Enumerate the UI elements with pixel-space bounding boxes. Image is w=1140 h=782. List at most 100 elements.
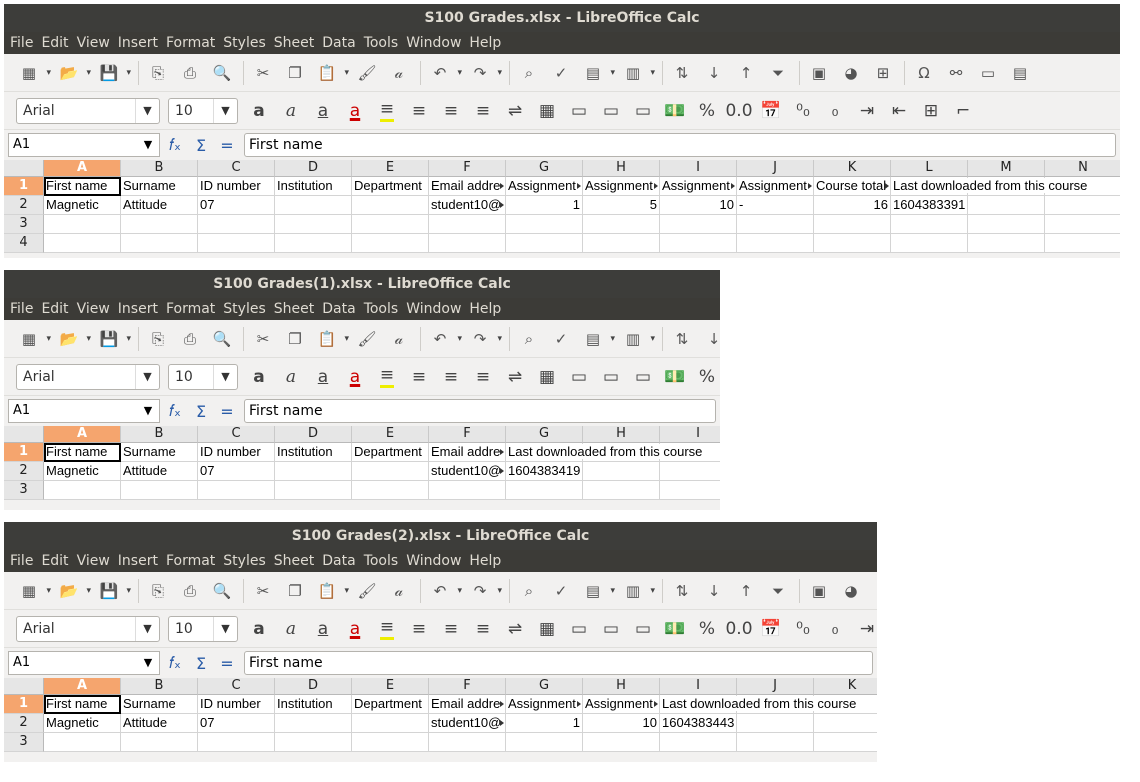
clear-format-icon[interactable]: 𝒶 bbox=[386, 326, 412, 352]
align-bottom-icon[interactable]: ▭ bbox=[630, 98, 656, 124]
print-preview-icon[interactable]: 🔍 bbox=[209, 60, 235, 86]
row-header[interactable]: 3 bbox=[4, 733, 44, 752]
chevron-down-icon[interactable]: ▼ bbox=[135, 98, 159, 123]
align-bottom-icon[interactable]: ▭ bbox=[630, 364, 656, 390]
open-icon[interactable]: 📂 bbox=[56, 60, 91, 86]
column-header-f[interactable]: F bbox=[429, 678, 506, 695]
font-size-box[interactable]: 10 ▼ bbox=[168, 97, 238, 124]
menu-data[interactable]: Data bbox=[320, 32, 361, 54]
cell-e2[interactable] bbox=[352, 462, 429, 481]
number-format-icon[interactable]: 0.0 bbox=[725, 98, 752, 124]
sort-ascending-icon[interactable]: ↓ bbox=[701, 578, 727, 604]
cell-a3[interactable] bbox=[44, 733, 121, 752]
highlight-icon[interactable]: ≡ bbox=[374, 98, 400, 124]
spellcheck-icon[interactable]: ✓ bbox=[548, 326, 574, 352]
cell-a1[interactable]: First name bbox=[44, 177, 121, 196]
sum-icon[interactable]: Σ bbox=[190, 136, 212, 155]
find-replace-icon[interactable]: ⌕ bbox=[516, 578, 542, 604]
cell-j3[interactable] bbox=[737, 733, 814, 752]
wrap-text-icon[interactable]: ⇌ bbox=[502, 98, 528, 124]
cell-n4[interactable] bbox=[1045, 234, 1120, 253]
menu-tools[interactable]: Tools bbox=[362, 32, 405, 54]
font-color-icon[interactable]: a bbox=[342, 364, 368, 390]
cell-g4[interactable] bbox=[506, 234, 583, 253]
cell-g1[interactable]: Assignment bbox=[506, 695, 583, 714]
column-header-d[interactable]: D bbox=[275, 160, 352, 177]
row-header[interactable]: 2 bbox=[4, 196, 44, 215]
cell-j3[interactable] bbox=[737, 215, 814, 234]
underline-icon[interactable]: a bbox=[310, 364, 336, 390]
cell-b4[interactable] bbox=[121, 234, 198, 253]
column-header-h[interactable]: H bbox=[583, 160, 660, 177]
menu-styles[interactable]: Styles bbox=[221, 32, 271, 54]
column-header-i[interactable]: I bbox=[660, 160, 737, 177]
cell-d1[interactable]: Institution bbox=[275, 695, 352, 714]
column-header-a[interactable]: A bbox=[44, 678, 121, 695]
cell-k2[interactable] bbox=[814, 714, 877, 733]
column-header-f[interactable]: F bbox=[429, 426, 506, 443]
currency-icon[interactable]: 💵 bbox=[662, 616, 688, 642]
cell-b2[interactable]: Attitude bbox=[121, 714, 198, 733]
number-format-icon[interactable]: 0.0 bbox=[725, 616, 752, 642]
cell-h4[interactable] bbox=[583, 234, 660, 253]
print-icon[interactable]: ⎙ bbox=[177, 60, 203, 86]
sum-icon[interactable]: Σ bbox=[190, 654, 212, 673]
cell-g2[interactable]: 1604383419 bbox=[506, 462, 583, 481]
font-size-box[interactable]: 10 ▼ bbox=[168, 363, 238, 390]
column-header-n[interactable]: N bbox=[1045, 160, 1120, 177]
clear-format-icon[interactable]: 𝒶 bbox=[386, 60, 412, 86]
cell-k2[interactable]: 16 bbox=[814, 196, 891, 215]
cell-d3[interactable] bbox=[275, 215, 352, 234]
italic-icon[interactable]: a bbox=[278, 98, 304, 124]
merge-cells-icon[interactable]: ▦ bbox=[534, 364, 560, 390]
menu-help[interactable]: Help bbox=[467, 550, 507, 572]
column-header-g[interactable]: G bbox=[506, 426, 583, 443]
cell-i4[interactable] bbox=[660, 234, 737, 253]
font-name-box[interactable]: Arial ▼ bbox=[16, 97, 160, 124]
copy-icon[interactable]: ❐ bbox=[282, 60, 308, 86]
column-header-b[interactable]: B bbox=[121, 678, 198, 695]
spellcheck-icon[interactable]: ✓ bbox=[548, 578, 574, 604]
autofilter-icon[interactable]: ⏷ bbox=[765, 578, 791, 604]
menu-window[interactable]: Window bbox=[404, 550, 467, 572]
align-left-icon[interactable]: ≡ bbox=[406, 616, 432, 642]
cell-m4[interactable] bbox=[968, 234, 1045, 253]
cell-c3[interactable] bbox=[198, 481, 275, 500]
menu-file[interactable]: File bbox=[8, 32, 39, 54]
image-icon[interactable]: ▣ bbox=[806, 60, 832, 86]
paste-icon[interactable]: 📋 bbox=[314, 326, 349, 352]
export-pdf-icon[interactable]: ⎘ bbox=[145, 326, 171, 352]
column-header-a[interactable]: A bbox=[44, 160, 121, 177]
row-header[interactable]: 1 bbox=[4, 177, 44, 196]
cell-h2[interactable]: 5 bbox=[583, 196, 660, 215]
cell-e3[interactable] bbox=[352, 733, 429, 752]
cell-g3[interactable] bbox=[506, 481, 583, 500]
chevron-down-icon[interactable]: ▼ bbox=[213, 98, 237, 123]
cell-i3[interactable] bbox=[660, 733, 737, 752]
align-middle-icon[interactable]: ▭ bbox=[598, 616, 624, 642]
menu-view[interactable]: View bbox=[75, 298, 116, 320]
cut-icon[interactable]: ✂ bbox=[250, 326, 276, 352]
sort-icon[interactable]: ⇅ bbox=[669, 578, 695, 604]
print-icon[interactable]: ⎙ bbox=[177, 578, 203, 604]
cell-i1[interactable]: Assignment bbox=[660, 177, 737, 196]
row-header[interactable]: 3 bbox=[4, 215, 44, 234]
chevron-down-icon[interactable]: ▼ bbox=[213, 364, 237, 389]
menu-format[interactable]: Format bbox=[164, 550, 221, 572]
align-top-icon[interactable]: ▭ bbox=[566, 364, 592, 390]
cell-g3[interactable] bbox=[506, 215, 583, 234]
cell-l1[interactable]: Last downloaded from this course bbox=[891, 177, 1088, 196]
cell-h2[interactable] bbox=[583, 462, 660, 481]
cut-icon[interactable]: ✂ bbox=[250, 60, 276, 86]
save-icon[interactable]: 💾 bbox=[96, 60, 131, 86]
row-header[interactable]: 2 bbox=[4, 462, 44, 481]
cell-g2[interactable]: 1 bbox=[506, 714, 583, 733]
bold-icon[interactable]: a bbox=[246, 98, 272, 124]
delete-decimal-icon[interactable]: ₀ bbox=[822, 98, 848, 124]
cell-c2[interactable]: 07 bbox=[198, 196, 275, 215]
menu-insert[interactable]: Insert bbox=[116, 32, 164, 54]
column-icon[interactable]: ▥ bbox=[620, 60, 655, 86]
percent-icon[interactable]: % bbox=[694, 98, 720, 124]
print-preview-icon[interactable]: 🔍 bbox=[209, 578, 235, 604]
menu-edit[interactable]: Edit bbox=[39, 298, 74, 320]
